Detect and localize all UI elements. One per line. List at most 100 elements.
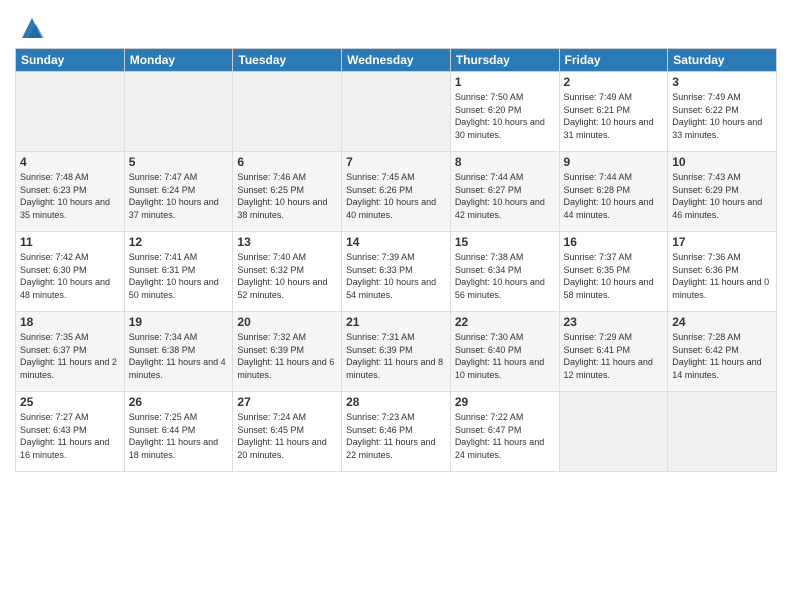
- calendar-cell: 3Sunrise: 7:49 AM Sunset: 6:22 PM Daylig…: [668, 72, 777, 152]
- day-info: Sunrise: 7:25 AM Sunset: 6:44 PM Dayligh…: [129, 411, 229, 461]
- calendar-cell: 6 Sunrise: 7:46 AM Sunset: 6:25 PM Daylig…: [233, 152, 342, 232]
- day-number: 9: [564, 155, 664, 169]
- calendar-week-row: 1 Sunrise: 7:50 AM Sunset: 6:20 PM Daylig…: [16, 72, 777, 152]
- calendar-cell: 18 Sunrise: 7:35 AM Sunset: 6:37 PM Dayli…: [16, 312, 125, 392]
- day-info: Sunrise: 7:47 AM Sunset: 6:24 PM Dayligh…: [129, 171, 229, 221]
- calendar-cell: 22 Sunrise: 7:30 AM Sunset: 6:40 PM Dayli…: [450, 312, 559, 392]
- day-info: Sunrise: 7:29 AM Sunset: 6:41 PM Dayligh…: [564, 331, 664, 381]
- calendar-cell: 28 Sunrise: 7:23 AM Sunset: 6:46 PM Dayli…: [342, 392, 451, 472]
- calendar-cell: 20Sunrise: 7:32 AM Sunset: 6:39 PM Dayli…: [233, 312, 342, 392]
- day-number: 12: [129, 235, 229, 249]
- day-info: Sunrise: 7:23 AM Sunset: 6:46 PM Dayligh…: [346, 411, 446, 461]
- calendar: Sunday Monday Tuesday Wednesday Thursday…: [15, 48, 777, 472]
- calendar-cell: 29Sunrise: 7:22 AM Sunset: 6:47 PM Dayli…: [450, 392, 559, 472]
- calendar-week-row: 25 Sunrise: 7:27 AM Sunset: 6:43 PM Dayli…: [16, 392, 777, 472]
- day-info: Sunrise: 7:42 AM Sunset: 6:30 PM Dayligh…: [20, 251, 120, 301]
- calendar-cell: 4 Sunrise: 7:48 AM Sunset: 6:23 PM Daylig…: [16, 152, 125, 232]
- calendar-cell: 14 Sunrise: 7:39 AM Sunset: 6:33 PM Dayli…: [342, 232, 451, 312]
- day-info: Sunrise: 7:49 AM Sunset: 6:21 PM Dayligh…: [564, 91, 664, 141]
- calendar-header-row: Sunday Monday Tuesday Wednesday Thursday…: [16, 49, 777, 72]
- day-info: Sunrise: 7:38 AM Sunset: 6:34 PM Dayligh…: [455, 251, 555, 301]
- day-number: 7: [346, 155, 446, 169]
- day-info: Sunrise: 7:43 AM Sunset: 6:29 PM Dayligh…: [672, 171, 772, 221]
- calendar-cell: 13 Sunrise: 7:40 AM Sunset: 6:32 PM Dayli…: [233, 232, 342, 312]
- day-info: Sunrise: 7:39 AM Sunset: 6:33 PM Dayligh…: [346, 251, 446, 301]
- day-number: 2: [564, 75, 664, 89]
- day-number: 24: [672, 315, 772, 329]
- calendar-cell: [668, 392, 777, 472]
- col-sunday: Sunday: [16, 49, 125, 72]
- day-info: Sunrise: 7:36 AM Sunset: 6:36 PM Dayligh…: [672, 251, 772, 301]
- day-number: 22: [455, 315, 555, 329]
- day-info: Sunrise: 7:41 AM Sunset: 6:31 PM Dayligh…: [129, 251, 229, 301]
- day-number: 4: [20, 155, 120, 169]
- day-info: Sunrise: 7:35 AM Sunset: 6:37 PM Dayligh…: [20, 331, 120, 381]
- day-number: 21: [346, 315, 446, 329]
- logo: [15, 14, 46, 42]
- day-number: 10: [672, 155, 772, 169]
- calendar-cell: 7 Sunrise: 7:45 AM Sunset: 6:26 PM Daylig…: [342, 152, 451, 232]
- day-info: Sunrise: 7:45 AM Sunset: 6:26 PM Dayligh…: [346, 171, 446, 221]
- day-number: 16: [564, 235, 664, 249]
- day-info: Sunrise: 7:40 AM Sunset: 6:32 PM Dayligh…: [237, 251, 337, 301]
- day-number: 27: [237, 395, 337, 409]
- day-info: Sunrise: 7:48 AM Sunset: 6:23 PM Dayligh…: [20, 171, 120, 221]
- calendar-cell: 21 Sunrise: 7:31 AM Sunset: 6:39 PM Dayli…: [342, 312, 451, 392]
- col-saturday: Saturday: [668, 49, 777, 72]
- day-number: 5: [129, 155, 229, 169]
- day-number: 18: [20, 315, 120, 329]
- calendar-cell: 25 Sunrise: 7:27 AM Sunset: 6:43 PM Dayli…: [16, 392, 125, 472]
- calendar-cell: [342, 72, 451, 152]
- day-info: Sunrise: 7:24 AM Sunset: 6:45 PM Dayligh…: [237, 411, 337, 461]
- calendar-cell: 5 Sunrise: 7:47 AM Sunset: 6:24 PM Daylig…: [124, 152, 233, 232]
- day-number: 6: [237, 155, 337, 169]
- day-number: 13: [237, 235, 337, 249]
- calendar-cell: [233, 72, 342, 152]
- day-info: Sunrise: 7:30 AM Sunset: 6:40 PM Dayligh…: [455, 331, 555, 381]
- calendar-week-row: 18 Sunrise: 7:35 AM Sunset: 6:37 PM Dayli…: [16, 312, 777, 392]
- day-info: Sunrise: 7:46 AM Sunset: 6:25 PM Dayligh…: [237, 171, 337, 221]
- calendar-week-row: 11 Sunrise: 7:42 AM Sunset: 6:30 PM Dayli…: [16, 232, 777, 312]
- day-number: 8: [455, 155, 555, 169]
- day-number: 23: [564, 315, 664, 329]
- day-number: 15: [455, 235, 555, 249]
- day-number: 25: [20, 395, 120, 409]
- calendar-cell: 12 Sunrise: 7:41 AM Sunset: 6:31 PM Dayli…: [124, 232, 233, 312]
- calendar-cell: 19 Sunrise: 7:34 AM Sunset: 6:38 PM Dayli…: [124, 312, 233, 392]
- calendar-cell: 27 Sunrise: 7:24 AM Sunset: 6:45 PM Dayli…: [233, 392, 342, 472]
- calendar-cell: [124, 72, 233, 152]
- day-number: 28: [346, 395, 446, 409]
- calendar-cell: 2 Sunrise: 7:49 AM Sunset: 6:21 PM Daylig…: [559, 72, 668, 152]
- day-info: Sunrise: 7:22 AM Sunset: 6:47 PM Dayligh…: [455, 411, 555, 461]
- col-wednesday: Wednesday: [342, 49, 451, 72]
- day-number: 1: [455, 75, 555, 89]
- page: Sunday Monday Tuesday Wednesday Thursday…: [0, 0, 792, 612]
- col-thursday: Thursday: [450, 49, 559, 72]
- day-number: 26: [129, 395, 229, 409]
- calendar-cell: 23 Sunrise: 7:29 AM Sunset: 6:41 PM Dayli…: [559, 312, 668, 392]
- day-info: Sunrise: 7:37 AM Sunset: 6:35 PM Dayligh…: [564, 251, 664, 301]
- col-friday: Friday: [559, 49, 668, 72]
- day-number: 17: [672, 235, 772, 249]
- day-info: Sunrise: 7:28 AM Sunset: 6:42 PM Dayligh…: [672, 331, 772, 381]
- col-tuesday: Tuesday: [233, 49, 342, 72]
- calendar-cell: 26 Sunrise: 7:25 AM Sunset: 6:44 PM Dayli…: [124, 392, 233, 472]
- day-info: Sunrise: 7:31 AM Sunset: 6:39 PM Dayligh…: [346, 331, 446, 381]
- day-info: Sunrise: 7:44 AM Sunset: 6:27 PM Dayligh…: [455, 171, 555, 221]
- header: [15, 10, 777, 42]
- calendar-cell: 24 Sunrise: 7:28 AM Sunset: 6:42 PM Dayli…: [668, 312, 777, 392]
- day-number: 19: [129, 315, 229, 329]
- day-number: 20: [237, 315, 337, 329]
- calendar-cell: 17 Sunrise: 7:36 AM Sunset: 6:36 PM Dayli…: [668, 232, 777, 312]
- day-number: 11: [20, 235, 120, 249]
- day-number: 14: [346, 235, 446, 249]
- calendar-cell: 15 Sunrise: 7:38 AM Sunset: 6:34 PM Dayli…: [450, 232, 559, 312]
- day-info: Sunrise: 7:34 AM Sunset: 6:38 PM Dayligh…: [129, 331, 229, 381]
- calendar-cell: 8 Sunrise: 7:44 AM Sunset: 6:27 PM Daylig…: [450, 152, 559, 232]
- calendar-cell: 1 Sunrise: 7:50 AM Sunset: 6:20 PM Daylig…: [450, 72, 559, 152]
- day-info: Sunrise: 7:50 AM Sunset: 6:20 PM Dayligh…: [455, 91, 555, 141]
- day-info: Sunrise: 7:27 AM Sunset: 6:43 PM Dayligh…: [20, 411, 120, 461]
- calendar-cell: [559, 392, 668, 472]
- col-monday: Monday: [124, 49, 233, 72]
- calendar-cell: 11 Sunrise: 7:42 AM Sunset: 6:30 PM Dayli…: [16, 232, 125, 312]
